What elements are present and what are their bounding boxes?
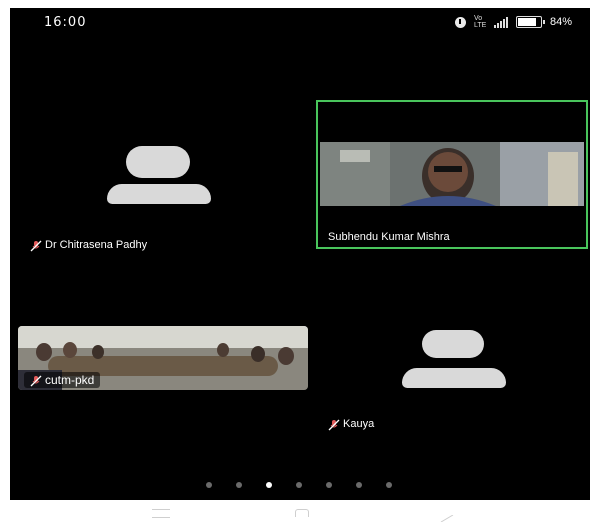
muted-mic-icon xyxy=(328,419,340,430)
page-dot[interactable] xyxy=(236,482,242,488)
participant-tile[interactable]: Kauya xyxy=(300,298,590,468)
participant-name-label: Subhendu Kumar Mishra xyxy=(328,231,450,243)
volte-icon: Vo LTE xyxy=(473,15,487,29)
participant-name: Dr Chitrasena Padhy xyxy=(45,239,148,251)
meeting-screen: 16:00 Vo LTE 84% Dr Chitrasena Padhy Sub… xyxy=(10,8,590,500)
video-feed[interactable]: cutm-pkd xyxy=(18,326,308,390)
page-dot[interactable] xyxy=(356,482,362,488)
avatar-body xyxy=(402,368,506,388)
page-dot[interactable] xyxy=(296,482,302,488)
alarm-icon xyxy=(454,16,466,28)
top-cutoff xyxy=(0,0,600,8)
avatar-body xyxy=(107,184,211,204)
muted-mic-icon xyxy=(30,240,42,251)
battery-fill xyxy=(517,18,536,26)
active-speaker-tile[interactable]: Subhendu Kumar Mishra xyxy=(316,100,588,249)
page-dot[interactable] xyxy=(386,482,392,488)
video-feed xyxy=(320,142,584,206)
back-icon[interactable] xyxy=(440,509,454,523)
page-dot[interactable] xyxy=(326,482,332,488)
participant-name: cutm-pkd xyxy=(45,373,95,387)
page-dot[interactable] xyxy=(206,482,212,488)
status-bar: 16:00 Vo LTE 84% xyxy=(10,8,590,36)
signal-icon xyxy=(493,16,508,28)
participant-name-label: Kauya xyxy=(328,418,374,430)
page-dot[interactable] xyxy=(266,482,272,488)
participant-name: Kauya xyxy=(343,418,375,430)
participant-name-label: Dr Chitrasena Padhy xyxy=(30,239,147,251)
menu-icon[interactable] xyxy=(152,509,170,518)
participant-tile[interactable]: Dr Chitrasena Padhy xyxy=(10,36,310,276)
avatar-icon xyxy=(422,330,484,358)
participant-name: Subhendu Kumar Mishra xyxy=(328,231,450,243)
navigation-bar xyxy=(0,500,600,523)
battery-percent: 84% xyxy=(549,16,572,28)
status-icons: Vo LTE 84% xyxy=(454,14,572,30)
muted-mic-icon xyxy=(30,375,42,386)
status-time: 16:00 xyxy=(44,15,87,30)
participant-name-label: cutm-pkd xyxy=(24,372,101,388)
avatar-icon xyxy=(126,146,190,178)
page-indicator[interactable] xyxy=(206,482,392,488)
battery-icon xyxy=(515,16,545,28)
